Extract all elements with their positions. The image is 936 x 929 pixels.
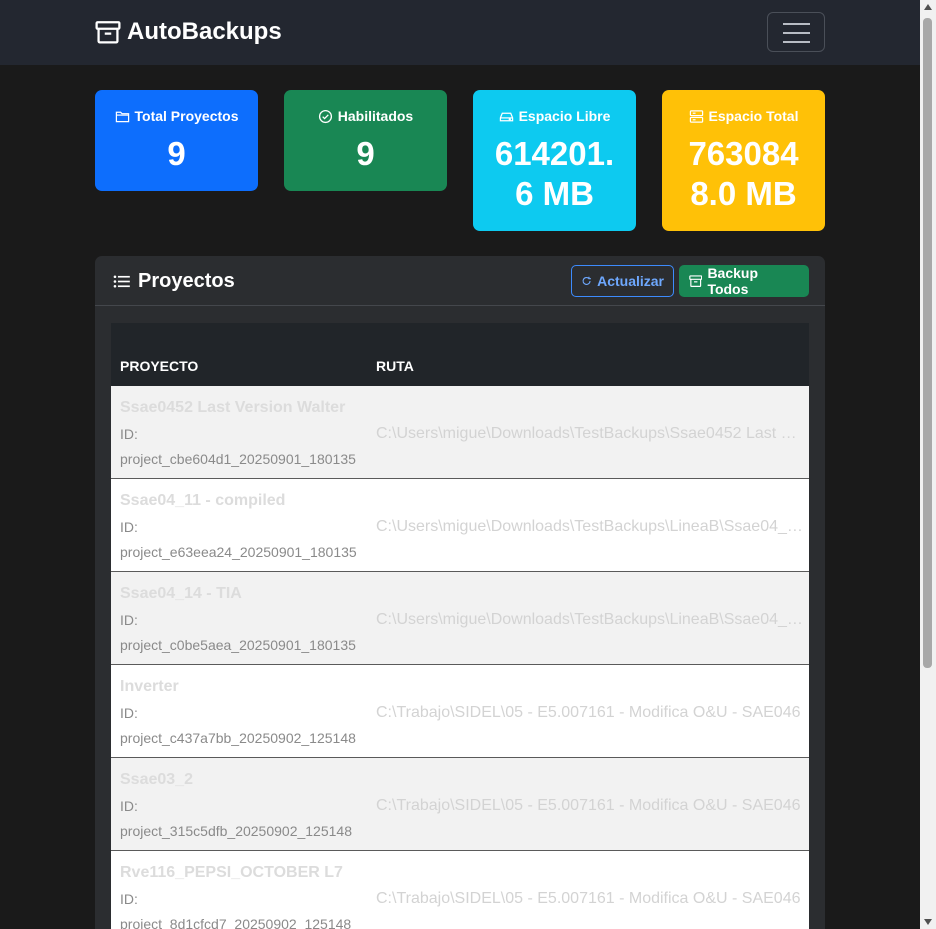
project-id-label: ID: [120,426,138,442]
brand-name: AutoBackups [127,18,282,45]
scroll-thumb[interactable] [923,18,932,668]
project-path: C:\Trabajo\SIDEL\05 - E5.007161 - Modifi… [376,890,801,907]
navbar: AutoBackups [0,0,920,65]
hamburger-icon-bar [783,41,810,43]
project-path: C:\Trabajo\SIDEL\05 - E5.007161 - Modifi… [376,704,801,721]
archive-icon [95,21,121,44]
projects-table: PROYECTO RUTA Ssae0452 Last Version Walt… [111,323,809,929]
brand[interactable]: AutoBackups [95,18,282,46]
stat-card-total-projects: Total Proyectos 9 [95,90,258,191]
stat-label: Espacio Libre [518,108,611,124]
stat-value-line: 763084 [688,135,799,172]
project-name: Ssae0452 Last Version Walter [120,399,346,416]
hamburger-icon [783,23,810,25]
stat-label: Espacio Total [708,108,799,124]
project-name: Ssae04_11 - compiled [120,492,286,509]
projects-panel: Proyectos Actualizar Backup Todos PROYEC… [95,256,825,929]
stat-value: 9 [356,135,375,172]
table-row[interactable]: Rve116_PEPSI_OCTOBER L7 ID: project_8d1c… [111,851,809,929]
table-row[interactable]: Ssae04_11 - compiled ID: project_e63eea2… [111,479,809,572]
project-id-label: ID: [120,612,138,628]
table-row[interactable]: Ssae03_2 ID: project_315c5dfb_20250902_1… [111,758,809,851]
stat-value-line: 6 MB [515,175,594,212]
stat-label: Total Proyectos [134,108,239,124]
stat-value: 763084 8.0 MB [662,134,825,214]
table-header: PROYECTO RUTA [111,323,809,386]
project-name: Ssae04_14 - TIA [120,585,242,602]
folder-icon [115,111,129,122]
hamburger-icon-bar [783,32,810,34]
project-id: project_cbe604d1_20250901_180135 [120,451,356,467]
archive-icon [689,275,703,287]
refresh-icon [582,276,591,285]
projects-panel-header: Proyectos Actualizar Backup Todos [95,256,825,306]
page-scrollbar[interactable] [920,0,936,929]
refresh-button[interactable]: Actualizar [571,265,674,297]
stat-value-line: 8.0 MB [690,175,797,212]
server-icon [689,109,703,123]
project-id: project_c437a7bb_20250902_125148 [120,730,356,746]
project-path: C:\Users\migue\Downloads\TestBackups\Ssa… [376,425,804,442]
project-id-label: ID: [120,891,138,907]
project-id-label: ID: [120,705,138,721]
stat-card-free-space: Espacio Libre 614201. 6 MB [473,90,636,231]
project-id: project_c0be5aea_20250901_180135 [120,637,356,653]
stat-label: Habilitados [337,108,414,124]
projects-title-text: Proyectos [138,270,235,292]
menu-toggle-button[interactable] [767,12,825,52]
hdd-icon [499,112,513,121]
refresh-label: Actualizar [597,273,664,289]
project-id: project_8d1cfcd7_20250902_125148 [120,916,352,929]
scroll-up-arrow-icon[interactable] [924,4,932,10]
list-icon [113,275,130,288]
project-path: C:\Trabajo\SIDEL\05 - E5.007161 - Modifi… [376,797,801,814]
project-path: C:\Users\migue\Downloads\TestBackups\Lin… [376,611,804,628]
project-name: Inverter [120,678,179,695]
table-row[interactable]: Inverter ID: project_c437a7bb_20250902_1… [111,665,809,758]
scroll-down-arrow-icon[interactable] [924,919,932,925]
check-circle-icon [318,109,332,123]
stat-value: 614201. 6 MB [473,134,636,214]
project-name: Ssae03_2 [120,771,193,788]
column-header-project: PROYECTO [120,358,199,374]
projects-title: Proyectos [112,270,235,293]
project-path: C:\Users\migue\Downloads\TestBackups\Lin… [376,518,804,535]
stat-card-enabled: Habilitados 9 [284,90,447,191]
table-row[interactable]: Ssae04_14 - TIA ID: project_c0be5aea_202… [111,572,809,665]
backup-all-label: Backup Todos [707,265,759,297]
project-id: project_e63eea24_20250901_180135 [120,544,357,560]
project-name: Rve116_PEPSI_OCTOBER L7 [120,864,343,881]
project-id: project_315c5dfb_20250902_125148 [120,823,352,839]
stat-card-total-space: Espacio Total 763084 8.0 MB [662,90,825,231]
project-id-label: ID: [120,798,138,814]
column-header-path: RUTA [376,358,414,374]
backup-all-button[interactable]: Backup Todos [679,265,809,297]
stat-value: 9 [167,135,186,172]
stat-value-line: 614201. [494,135,615,172]
table-row[interactable]: Ssae0452 Last Version Walter ID: project… [111,386,809,479]
project-id-label: ID: [120,519,138,535]
